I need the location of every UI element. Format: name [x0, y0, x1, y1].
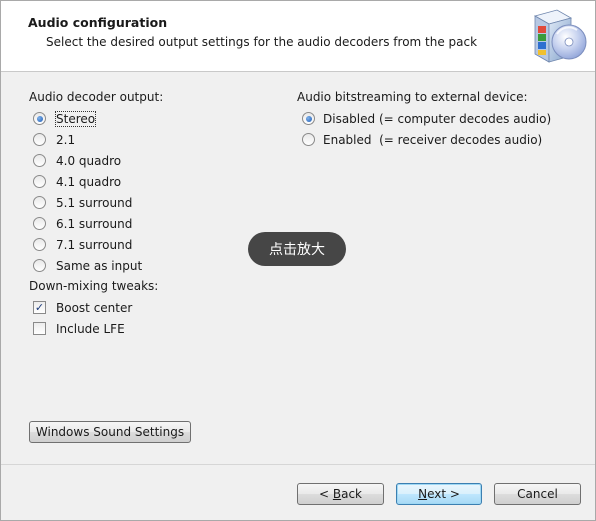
- audio-speaker-cd-icon: [527, 6, 589, 66]
- radio-4-1-quadro-label[interactable]: 4.1 quadro: [56, 175, 121, 189]
- radio-button[interactable]: [302, 133, 315, 146]
- bitstreaming-label: Audio bitstreaming to external device:: [297, 90, 528, 104]
- downmix-label: Down-mixing tweaks:: [29, 279, 159, 293]
- radio-6-1-surround-label[interactable]: 6.1 surround: [56, 217, 132, 231]
- zoom-overlay-badge[interactable]: 点击放大: [248, 232, 346, 266]
- radio-button[interactable]: [33, 196, 46, 209]
- installer-window: Audio configuration Select the desired o…: [0, 0, 596, 521]
- radio-stereo[interactable]: Stereo: [33, 110, 97, 127]
- wizard-header: Audio configuration Select the desired o…: [1, 1, 595, 72]
- checkbox-checked[interactable]: ✓: [33, 301, 46, 314]
- checkbox-boost-center-label[interactable]: Boost center: [56, 301, 132, 315]
- radio-button-selected[interactable]: [33, 112, 46, 125]
- back-button-accelerator: B: [332, 487, 342, 501]
- radio-button[interactable]: [33, 238, 46, 251]
- radio-button-selected[interactable]: [302, 112, 315, 125]
- radio-7-1-surround-label[interactable]: 7.1 surround: [56, 238, 132, 252]
- radio-same-as-input-label[interactable]: Same as input: [56, 259, 142, 273]
- radio-button[interactable]: [33, 175, 46, 188]
- radio-5-1-surround-label[interactable]: 5.1 surround: [56, 196, 132, 210]
- radio-bitstream-enabled-label[interactable]: Enabled (= receiver decodes audio): [323, 133, 542, 147]
- radio-bitstream-disabled-label[interactable]: Disabled (= computer decodes audio): [323, 112, 551, 126]
- radio-button[interactable]: [33, 217, 46, 230]
- footer-divider: [1, 464, 595, 465]
- checkbox-include-lfe-label[interactable]: Include LFE: [56, 322, 125, 336]
- page-title: Audio configuration: [28, 15, 168, 30]
- radio-4-1-quadro[interactable]: 4.1 quadro: [33, 173, 121, 190]
- next-button[interactable]: Next >: [396, 483, 482, 505]
- back-button-rest: ack: [341, 487, 362, 501]
- next-button-accelerator: N: [418, 487, 428, 501]
- back-button-prefix: <: [318, 487, 333, 501]
- radio-bitstream-enabled[interactable]: Enabled (= receiver decodes audio): [302, 131, 542, 148]
- radio-same-as-input[interactable]: Same as input: [33, 257, 142, 274]
- checkbox-include-lfe[interactable]: Include LFE: [33, 320, 125, 337]
- windows-sound-settings-button[interactable]: Windows Sound Settings: [29, 421, 191, 443]
- page-subtitle: Select the desired output settings for t…: [46, 35, 478, 49]
- radio-bitstream-disabled[interactable]: Disabled (= computer decodes audio): [302, 110, 551, 127]
- radio-6-1-surround[interactable]: 6.1 surround: [33, 215, 132, 232]
- radio-5-1-surround[interactable]: 5.1 surround: [33, 194, 132, 211]
- radio-2-1-label[interactable]: 2.1: [56, 133, 75, 147]
- radio-4-0-quadro[interactable]: 4.0 quadro: [33, 152, 121, 169]
- radio-button[interactable]: [33, 259, 46, 272]
- next-button-rest: ext >: [427, 487, 460, 501]
- radio-stereo-label[interactable]: Stereo: [54, 110, 97, 127]
- cancel-button[interactable]: Cancel: [494, 483, 581, 505]
- checkbox[interactable]: [33, 322, 46, 335]
- radio-7-1-surround[interactable]: 7.1 surround: [33, 236, 132, 253]
- checkbox-boost-center[interactable]: ✓ Boost center: [33, 299, 132, 316]
- back-button[interactable]: < Back: [297, 483, 384, 505]
- decoder-output-label: Audio decoder output:: [29, 90, 164, 104]
- radio-2-1[interactable]: 2.1: [33, 131, 75, 148]
- radio-4-0-quadro-label[interactable]: 4.0 quadro: [56, 154, 121, 168]
- radio-button[interactable]: [33, 133, 46, 146]
- radio-button[interactable]: [33, 154, 46, 167]
